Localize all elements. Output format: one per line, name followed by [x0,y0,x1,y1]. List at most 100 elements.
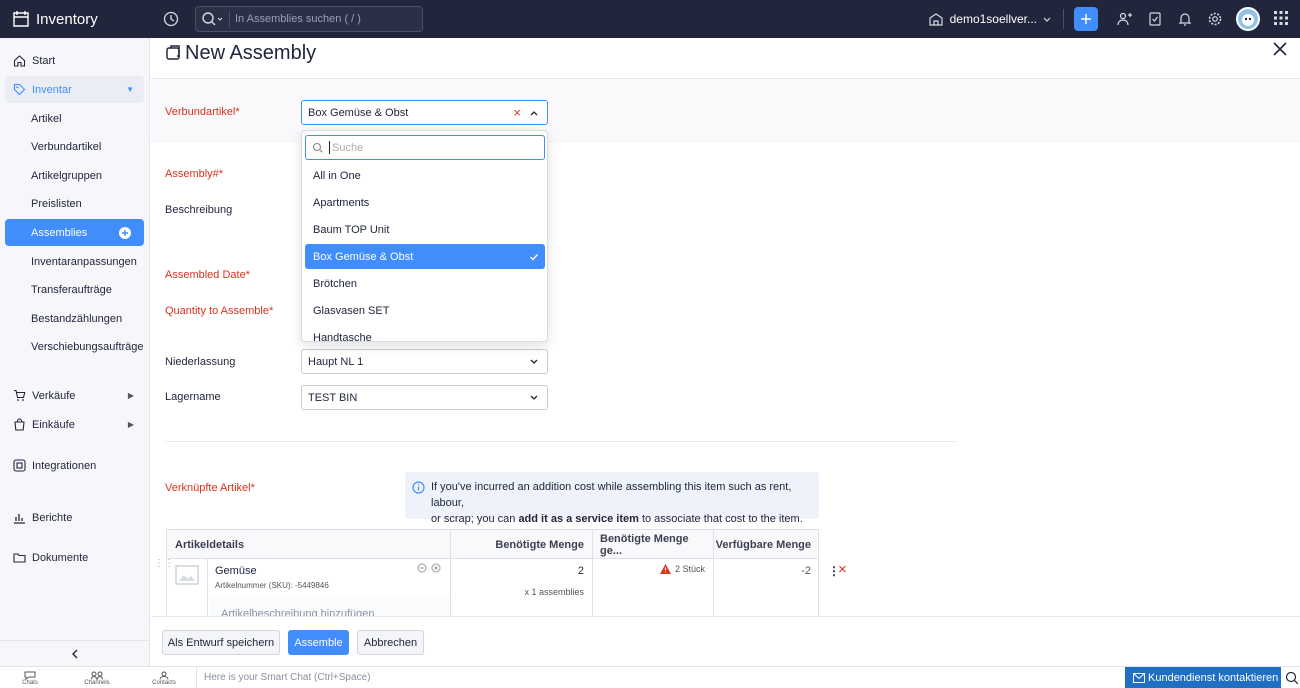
dropdown-option-selected[interactable]: Box Gemüse & Obst [305,244,545,269]
search-icon[interactable] [1285,671,1299,685]
divider [1063,9,1064,29]
sidebar-item-verkaeufe[interactable]: Verkäufe ▶ [5,382,144,409]
niederlassung-select[interactable]: Haupt NL 1 [301,349,548,374]
search-bar[interactable]: In Assemblies suchen ( / ) [195,6,423,32]
cancel-button[interactable]: Abbrechen [357,630,424,655]
sidebar-item-transferauftraege[interactable]: Transferaufträge [5,276,144,303]
sidebar-item-start[interactable]: Start [5,47,144,74]
sidebar-item-assemblies[interactable]: Assemblies [5,219,144,246]
option-label: Box Gemüse & Obst [313,250,414,263]
channels-button[interactable]: Channels [67,667,127,688]
lagername-label: Lagername [165,391,221,403]
top-right-controls: demo1soellver... [928,0,1300,38]
add-service-item-link[interactable]: add it as a service item [518,513,638,525]
chat-bubble-icon [24,671,36,680]
sidebar-item-label: Integrationen [32,459,97,472]
dropdown-option[interactable]: Handtasche [305,325,545,342]
caret-down-icon: ▼ [126,85,134,94]
verbundartikel-select[interactable]: Box Gemüse & Obst × [301,100,548,125]
lagername-select[interactable]: TEST BIN [301,385,548,410]
history-icon[interactable] [162,10,180,28]
chats-button[interactable]: Chats [0,667,60,688]
integrations-icon [13,459,26,472]
chat-input-separator [196,667,197,688]
dropdown-option[interactable]: Baum TOP Unit [305,217,545,242]
dropdown-option[interactable]: Brötchen [305,271,545,296]
page-title: New Assembly [185,42,317,64]
cart-icon [14,389,26,401]
org-switcher[interactable]: demo1soellver... [928,12,1053,26]
row-cell-details: Gemüse Artikelnummer (SKU): -5449846 Art… [167,559,451,616]
image-icon [175,565,199,585]
niederlassung-label: Niederlassung [165,356,236,368]
dropdown-search[interactable]: Suche [305,135,545,160]
more-options-icon[interactable] [417,563,427,573]
available-qty: -2 [801,565,811,577]
table-header: Artikeldetails Benötigte Menge Benötigte… [167,530,818,559]
chevron-up-icon[interactable] [529,109,539,117]
sidebar-item-label: Artikel [31,112,62,125]
dropdown-option[interactable]: Apartments [305,190,545,215]
top-bar: Inventory In Assemblies suchen ( / ) dem… [0,0,1300,38]
smart-chat-input[interactable]: Here is your Smart Chat (Ctrl+Space) [204,672,370,683]
notifications-icon[interactable] [1170,4,1200,34]
sidebar-collapse-button[interactable] [0,640,150,666]
column-header-required-total: Benötigte Menge ge... [593,530,714,559]
sidebar-item-artikelgruppen[interactable]: Artikelgruppen [5,162,144,189]
support-mail-icon [1133,673,1145,683]
assemble-button[interactable]: Assemble [288,630,349,655]
page-header: New Assembly [151,38,1300,79]
home-icon [13,55,26,67]
quick-create-button[interactable] [1074,7,1098,31]
sidebar-item-label: Assemblies [31,226,88,239]
sidebar-item-dokumente[interactable]: Dokumente [5,544,144,571]
search-icon[interactable] [200,10,224,28]
stock-warning: 2 Stück [659,563,705,575]
add-circle-icon[interactable] [119,226,131,239]
row-cell-required-total: 2 Stück [593,559,714,616]
delete-row-icon[interactable]: × [838,561,847,578]
channels-icon [91,671,103,680]
sidebar-item-inventaranpassungen[interactable]: Inventaranpassungen [5,248,144,275]
option-label: Baum TOP Unit [313,223,390,236]
referral-icon[interactable] [1110,4,1140,34]
close-icon[interactable] [1272,41,1288,57]
search-input[interactable]: In Assemblies suchen ( / ) [235,13,361,25]
contacts-label: Contacts [152,679,176,686]
info-text: or scrap; you can [431,513,519,525]
drag-handle-icon[interactable]: ⋮⋮ [154,559,174,569]
remove-item-icon[interactable] [431,563,441,573]
avatar[interactable] [1236,7,1260,31]
required-qty[interactable]: 2 [578,565,584,577]
sidebar-item-bestandzaehlungen[interactable]: Bestandzählungen [5,305,144,332]
folder-icon [13,553,26,563]
tasks-icon[interactable] [1140,4,1170,34]
app-brand[interactable]: Inventory [0,0,150,38]
sidebar-item-verbundartikel[interactable]: Verbundartikel [5,133,144,160]
dropdown-option[interactable]: Glasvasen SET [305,298,545,323]
column-header-available: Verfügbare Menge [715,538,811,551]
sidebar-item-artikel[interactable]: Artikel [5,105,144,132]
sidebar-item-preislisten[interactable]: Preislisten [5,190,144,217]
caret-right-icon: ▶ [127,391,134,400]
save-draft-button[interactable]: Als Entwurf speichern [162,630,280,655]
contacts-button[interactable]: Contacts [134,667,194,688]
chats-label: Chats [22,679,38,686]
sidebar-item-einkaeufe[interactable]: Einkäufe ▶ [5,411,144,438]
sidebar: Start Inventar ▼ Artikel Verbundartikel … [0,38,150,666]
item-description-field[interactable]: Artikelbeschreibung hinzufügen [209,597,450,616]
bag-icon [14,418,25,431]
sidebar-item-label: Berichte [32,511,73,524]
column-header-details: Artikeldetails [167,530,451,559]
settings-gear-icon[interactable] [1200,4,1230,34]
sidebar-item-label: Start [32,54,56,67]
sidebar-item-berichte[interactable]: Berichte [5,504,144,531]
sidebar-item-verschiebungsauftraege[interactable]: Verschiebungsaufträge [5,333,144,360]
clear-icon[interactable]: × [513,105,521,120]
dropdown-option[interactable]: All in One [305,163,545,188]
contact-support-button[interactable]: Kundendienst kontaktieren [1125,667,1281,688]
app-grid-icon[interactable] [1274,11,1290,27]
verbundartikel-dropdown: Suche All in One Apartments Baum TOP Uni… [301,130,548,342]
sidebar-item-inventar[interactable]: Inventar ▼ [5,76,144,103]
sidebar-item-integrationen[interactable]: Integrationen [5,452,144,479]
